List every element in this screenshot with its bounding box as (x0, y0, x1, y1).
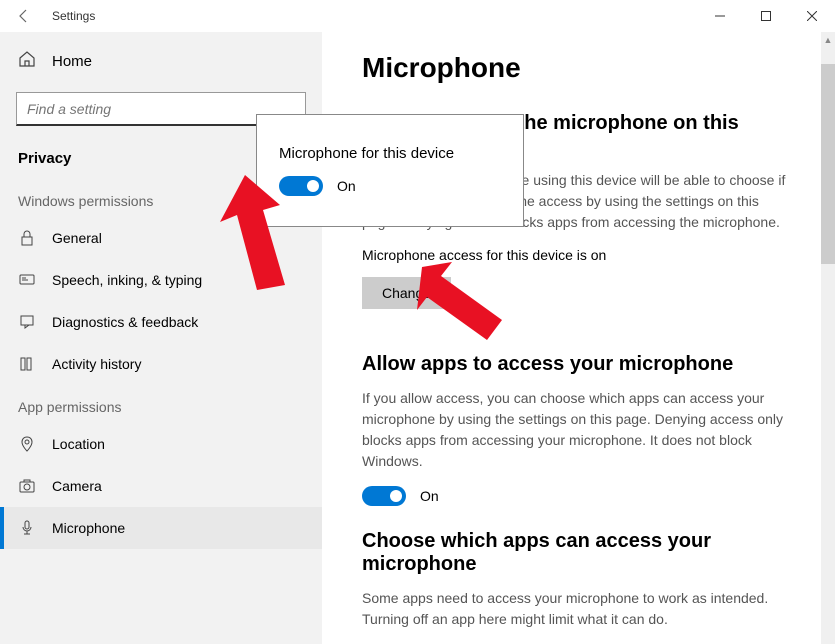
apps-toggle[interactable] (362, 486, 406, 506)
feedback-icon (18, 313, 36, 331)
sidebar-item-location[interactable]: Location (0, 423, 322, 465)
nav-label: General (52, 230, 102, 246)
home-label: Home (52, 53, 92, 70)
home-icon (18, 50, 36, 72)
location-icon (18, 435, 36, 453)
window-controls (697, 0, 835, 32)
nav-label: Activity history (52, 356, 141, 372)
sidebar-item-diagnostics[interactable]: Diagnostics & feedback (0, 301, 322, 343)
annotation-arrow (417, 262, 507, 342)
speech-icon (18, 271, 36, 289)
device-toggle-label: On (337, 178, 356, 194)
back-button[interactable] (0, 0, 48, 32)
section-app-permissions: App permissions (0, 385, 322, 423)
apps-toggle-row: On (362, 486, 795, 506)
titlebar: Settings (0, 0, 835, 32)
home-link[interactable]: Home (0, 40, 322, 82)
nav-label: Location (52, 436, 105, 452)
change-popup: Microphone for this device On (256, 114, 524, 227)
minimize-button[interactable] (697, 0, 743, 32)
page-title: Microphone (362, 52, 795, 84)
scroll-up-icon[interactable]: ▲ (821, 32, 835, 48)
maximize-button[interactable] (743, 0, 789, 32)
nav-label: Diagnostics & feedback (52, 314, 198, 330)
microphone-icon (18, 519, 36, 537)
camera-icon (18, 477, 36, 495)
annotation-arrow (185, 170, 295, 300)
nav-label: Microphone (52, 520, 125, 536)
popup-title: Microphone for this device (279, 145, 501, 162)
section3-desc: Some apps need to access your microphone… (362, 588, 795, 630)
scrollbar[interactable]: ▲ (821, 32, 835, 644)
section2-desc: If you allow access, you can choose whic… (362, 388, 795, 472)
window-title: Settings (48, 9, 95, 23)
section2-title: Allow apps to access your microphone (362, 353, 795, 376)
popup-toggle-row: On (279, 176, 501, 196)
sidebar-item-activity[interactable]: Activity history (0, 343, 322, 385)
apps-toggle-label: On (420, 488, 439, 504)
history-icon (18, 355, 36, 373)
section3-title: Choose which apps can access your microp… (362, 530, 795, 576)
sidebar-item-camera[interactable]: Camera (0, 465, 322, 507)
section1-status: Microphone access for this device is on (362, 247, 795, 263)
scrollbar-thumb[interactable] (821, 64, 835, 264)
nav-label: Speech, inking, & typing (52, 272, 202, 288)
lock-icon (18, 229, 36, 247)
nav-label: Camera (52, 478, 102, 494)
close-button[interactable] (789, 0, 835, 32)
sidebar-item-microphone[interactable]: Microphone (0, 507, 322, 549)
